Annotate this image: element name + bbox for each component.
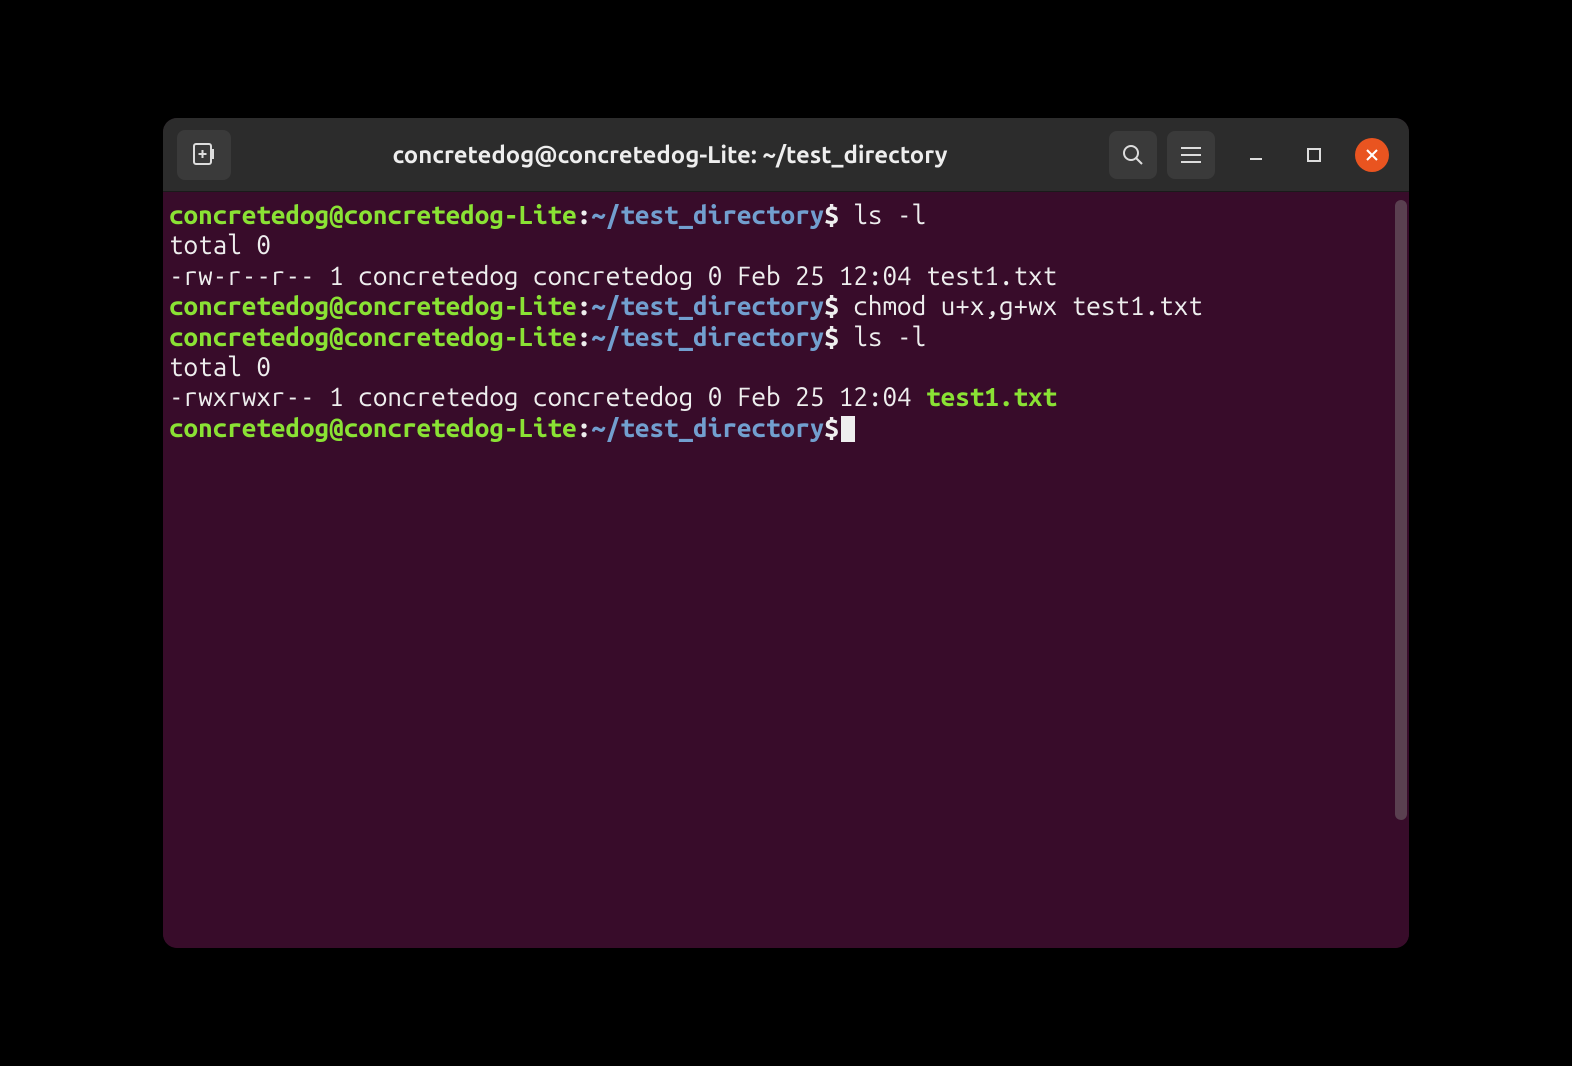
scrollbar[interactable] — [1395, 200, 1407, 820]
terminal-body[interactable]: concretedog@concretedog-Lite:~/test_dire… — [163, 192, 1409, 948]
window-title: concretedog@concretedog-Lite: ~/test_dir… — [241, 141, 1099, 168]
command-text — [839, 200, 854, 229]
prompt-colon: : — [577, 200, 592, 229]
executable-filename: test1.txt — [926, 382, 1057, 411]
prompt-colon: : — [577, 413, 592, 442]
terminal-window: concretedog@concretedog-Lite: ~/test_dir… — [163, 118, 1409, 948]
cursor — [841, 416, 855, 442]
prompt-dollar: $ — [824, 322, 839, 351]
prompt-user: concretedog@concretedog-Lite — [169, 291, 577, 320]
command-text: ls -l — [853, 322, 926, 351]
prompt-dollar: $ — [824, 413, 839, 442]
prompt-colon: : — [577, 291, 592, 320]
maximize-button[interactable] — [1297, 138, 1331, 172]
prompt-path: ~/test_directory — [591, 200, 824, 229]
new-tab-icon — [191, 142, 217, 168]
search-button[interactable] — [1109, 131, 1157, 179]
prompt-line: concretedog@concretedog-Lite:~/test_dire… — [169, 200, 1403, 230]
prompt-colon: : — [577, 322, 592, 351]
close-button[interactable] — [1355, 138, 1389, 172]
command-text — [839, 291, 854, 320]
output-line: -rw-r--r-- 1 concretedog concretedog 0 F… — [169, 261, 1403, 291]
close-icon — [1365, 148, 1379, 162]
command-text: chmod u+x,g+wx test1.txt — [853, 291, 1202, 320]
prompt-dollar: $ — [824, 200, 839, 229]
output-line: total 0 — [169, 352, 1403, 382]
output-prefix: -rwxrwxr-- 1 concretedog concretedog 0 F… — [169, 382, 926, 411]
minimize-button[interactable] — [1239, 138, 1273, 172]
minimize-icon — [1248, 147, 1264, 163]
hamburger-icon — [1180, 146, 1202, 164]
command-text: ls -l — [853, 200, 926, 229]
search-icon — [1122, 144, 1144, 166]
prompt-path: ~/test_directory — [591, 413, 824, 442]
prompt-path: ~/test_directory — [591, 291, 824, 320]
prompt-user: concretedog@concretedog-Lite — [169, 322, 577, 351]
new-tab-button[interactable] — [177, 130, 231, 180]
window-controls — [1239, 138, 1389, 172]
prompt-line: concretedog@concretedog-Lite:~/test_dire… — [169, 291, 1403, 321]
output-line: -rwxrwxr-- 1 concretedog concretedog 0 F… — [169, 382, 1403, 412]
menu-button[interactable] — [1167, 131, 1215, 179]
titlebar: concretedog@concretedog-Lite: ~/test_dir… — [163, 118, 1409, 192]
prompt-user: concretedog@concretedog-Lite — [169, 413, 577, 442]
output-line: total 0 — [169, 230, 1403, 260]
prompt-line: concretedog@concretedog-Lite:~/test_dire… — [169, 322, 1403, 352]
prompt-user: concretedog@concretedog-Lite — [169, 200, 577, 229]
maximize-icon — [1306, 147, 1322, 163]
prompt-dollar: $ — [824, 291, 839, 320]
prompt-line-active: concretedog@concretedog-Lite:~/test_dire… — [169, 413, 1403, 443]
prompt-path: ~/test_directory — [591, 322, 824, 351]
command-text — [839, 322, 854, 351]
